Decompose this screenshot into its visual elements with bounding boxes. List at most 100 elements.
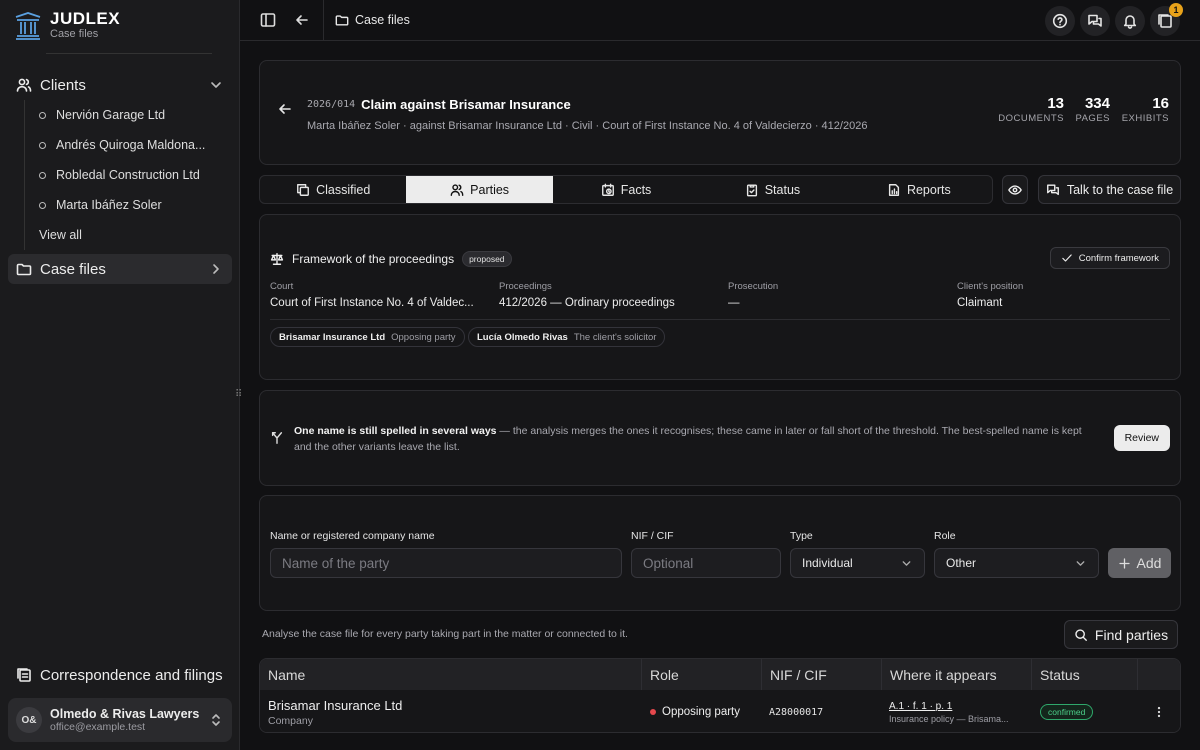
add-party-form: Name or registered company name Name of …: [259, 495, 1181, 611]
back-arrow-icon[interactable]: [277, 101, 293, 117]
table-row[interactable]: Brisamar Insurance Ltd Company Opposing …: [260, 690, 1180, 732]
role-dot: [650, 709, 656, 715]
alert-card: One name is still spelled in several way…: [259, 390, 1181, 486]
chevron-right-icon: [208, 261, 224, 277]
stat-documents: 13 DOCUMENTS: [998, 95, 1064, 124]
sidebar-toggle-icon[interactable]: [260, 12, 276, 28]
client-item[interactable]: Nervión Garage Ltd: [25, 100, 224, 130]
nav-case-files[interactable]: Case files: [8, 254, 232, 284]
column-header[interactable]: Where it appears: [882, 659, 1032, 690]
review-button[interactable]: Review: [1113, 425, 1170, 451]
help-button[interactable]: [1045, 6, 1075, 36]
confirm-framework-button[interactable]: Confirm framework: [1049, 247, 1170, 269]
find-parties-button[interactable]: Find parties: [1064, 620, 1178, 649]
party-role: Opposing party: [650, 690, 740, 732]
clipboard-check-icon: [745, 183, 759, 197]
column-header[interactable]: Name: [260, 659, 642, 690]
client-label: Andrés Quiroga Maldona...: [56, 138, 206, 152]
folder-icon: [335, 13, 349, 27]
where-ref-link[interactable]: A.1 · f. 1 · p. 1: [889, 701, 1029, 712]
type-select[interactable]: Individual: [790, 548, 925, 578]
chat-icon: [1046, 183, 1060, 197]
client-item[interactable]: Andrés Quiroga Maldona...: [25, 130, 224, 160]
bullet-icon: [39, 171, 46, 179]
chip-role: The client's solicitor: [573, 331, 657, 343]
client-item[interactable]: Robledal Construction Ltd: [25, 160, 224, 190]
tab-label: Reports: [906, 182, 951, 197]
account-email: office@example.test: [50, 721, 146, 733]
documents-icon: [16, 667, 32, 683]
field-value: 412/2026 — Ordinary proceedings: [499, 297, 675, 309]
stat-pages: 334 PAGES: [1075, 95, 1110, 124]
bullet-icon: [39, 141, 46, 149]
row-menu-button[interactable]: [1152, 690, 1166, 732]
tab-status[interactable]: Status: [699, 176, 845, 203]
stat-label: DOCUMENTS: [998, 113, 1064, 124]
tab-parties[interactable]: Parties: [406, 176, 553, 203]
column-header[interactable]: NIF / CIF: [762, 659, 882, 690]
client-item[interactable]: Marta Ibáñez Soler: [25, 190, 224, 220]
tab-classified[interactable]: Classified: [260, 176, 406, 203]
field-label: Proceedings: [499, 281, 552, 292]
framework-card: Framework of the proceedings proposed Co…: [259, 214, 1181, 380]
resize-handle[interactable]: ⠿: [235, 389, 242, 400]
chip-role: Opposing party: [391, 331, 456, 343]
sidebar: JUDLEX Case files Clients Nervión Garage…: [0, 0, 240, 750]
messages-button[interactable]: [1080, 6, 1110, 36]
field-court: Court Court of First Instance No. 4 of Va…: [270, 281, 475, 309]
framework-header: Framework of the proceedings proposed: [270, 251, 512, 267]
column-header[interactable]: Status: [1032, 659, 1138, 690]
tab-label: Parties: [470, 182, 510, 197]
pillar-logo-icon: [14, 11, 42, 41]
chevron-down-icon: [900, 557, 913, 570]
nav-clients-label: Clients: [40, 76, 86, 94]
column-header[interactable]: Role: [642, 659, 762, 690]
search-icon: [1074, 628, 1088, 642]
role-select[interactable]: Other: [934, 548, 1099, 578]
client-label: Nervión Garage Ltd: [56, 108, 166, 122]
stat-label: PAGES: [1075, 113, 1110, 124]
divider: [46, 53, 212, 54]
nav-correspondence[interactable]: Correspondence and filings: [8, 660, 232, 690]
merge-icon: [270, 431, 284, 445]
find-label: Find parties: [1094, 626, 1169, 643]
tab-reports[interactable]: Reports: [846, 176, 992, 203]
notifications-button[interactable]: [1115, 6, 1145, 36]
add-label: Add: [1136, 555, 1162, 571]
breadcrumb[interactable]: Case files: [335, 13, 410, 27]
tab-label: Status: [764, 182, 801, 197]
talk-to-case-file-button[interactable]: Talk to the case file: [1038, 175, 1181, 204]
brand[interactable]: JUDLEX Case files: [14, 10, 120, 41]
nav-clients[interactable]: Clients: [8, 70, 232, 100]
report-icon: [887, 183, 901, 197]
inbox-button[interactable]: 1: [1150, 3, 1183, 36]
where-doc: Insurance policy — Brisama...: [889, 713, 1009, 724]
role-value: Other: [946, 556, 977, 570]
case-title: Claim against Brisamar Insurance: [361, 97, 571, 112]
party-chip[interactable]: Brisamar Insurance Ltd Opposing party: [270, 327, 465, 347]
alert-bold: One name is still spelled in several way…: [294, 425, 497, 437]
add-button[interactable]: Add: [1108, 548, 1171, 578]
more-vertical-icon: [1152, 705, 1166, 719]
field-client-position: Client's position Claimant: [957, 281, 1023, 309]
account-switcher[interactable]: O& Olmedo & Rivas Lawyers office@example…: [8, 698, 232, 742]
notification-badge: 1: [1169, 3, 1183, 17]
client-label: Robledal Construction Ltd: [56, 168, 200, 182]
tab-facts[interactable]: Facts: [553, 176, 699, 203]
breadcrumb-label: Case files: [355, 13, 410, 27]
scales-icon: [270, 252, 284, 266]
preview-button[interactable]: [1002, 175, 1028, 204]
brand-subtitle: Case files: [50, 28, 99, 40]
nif-input[interactable]: Optional: [631, 548, 781, 578]
field-value: Court of First Instance No. 4 of Valdec.…: [270, 297, 474, 309]
nif-label: NIF / CIF: [631, 530, 674, 542]
field-label: Prosecution: [728, 281, 779, 292]
field-value: —: [728, 297, 740, 309]
party-chip[interactable]: Lucía Olmedo Rivas The client's solicitor: [468, 327, 666, 347]
back-arrow-icon[interactable]: [294, 12, 310, 28]
view-all-link[interactable]: View all: [25, 220, 224, 250]
bullet-icon: [39, 201, 46, 209]
party-name: Brisamar Insurance Ltd: [268, 697, 403, 713]
name-input[interactable]: Name of the party: [270, 548, 622, 578]
tab-label: Facts: [620, 182, 652, 197]
